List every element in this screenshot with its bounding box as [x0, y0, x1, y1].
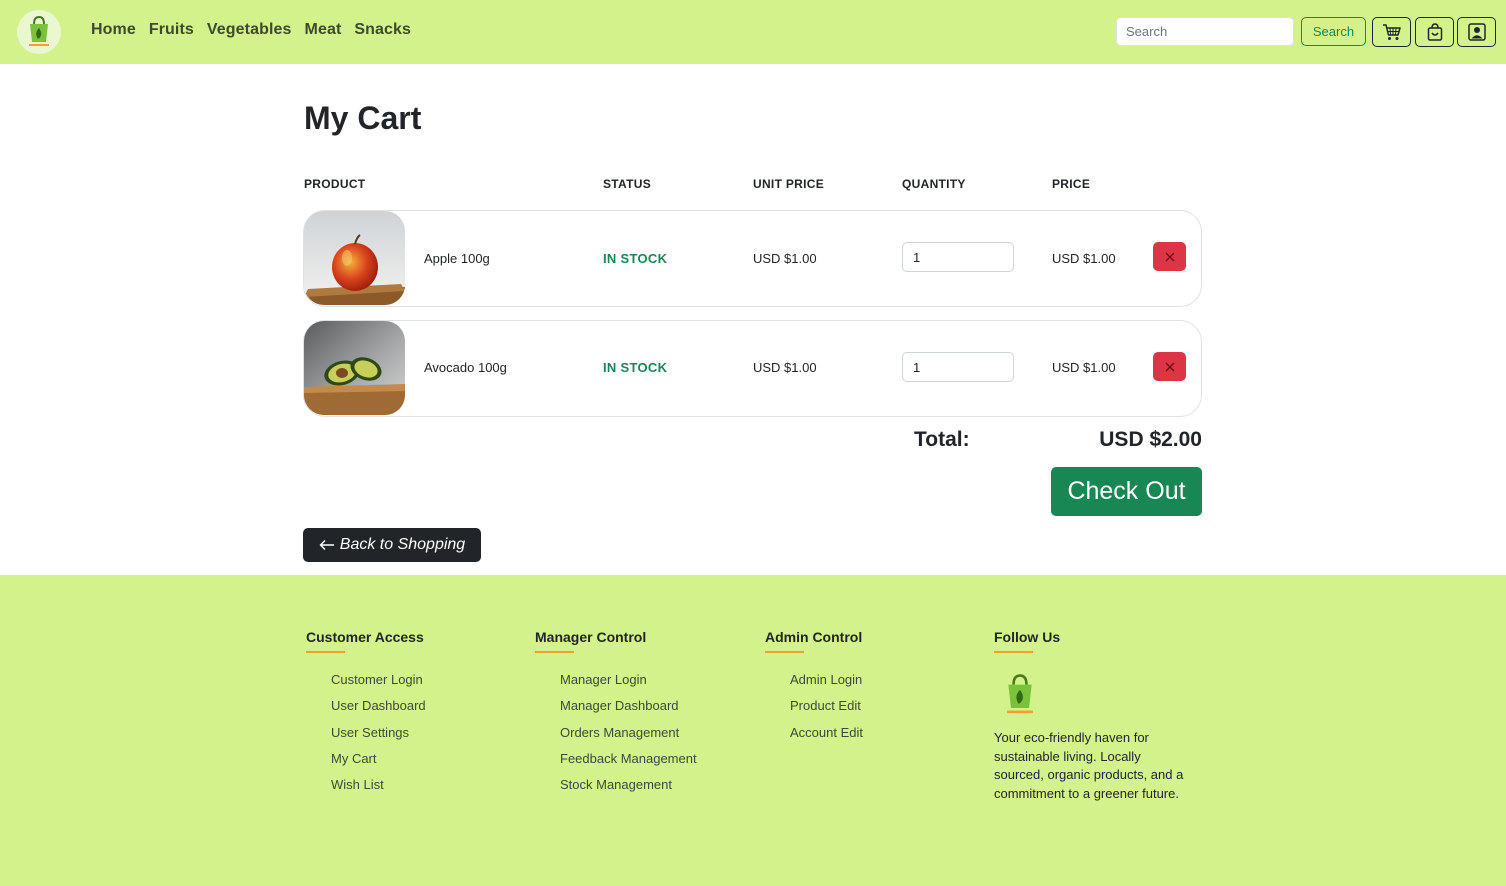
footer-link-stock-management[interactable]: Stock Management	[560, 778, 697, 804]
footer-heading: Admin Control	[765, 629, 863, 645]
column-price: PRICE	[1052, 177, 1091, 191]
close-icon	[1165, 252, 1174, 261]
footer-logo	[994, 673, 1194, 722]
line-price: USD $1.00	[1052, 251, 1116, 266]
nav-vegetables[interactable]: Vegetables	[207, 21, 292, 39]
heading-underline	[535, 651, 574, 653]
remove-item-button[interactable]	[1153, 242, 1186, 271]
footer-link-customer-login[interactable]: Customer Login	[331, 672, 426, 699]
logo[interactable]	[17, 10, 61, 54]
arrow-left-icon	[319, 540, 334, 550]
product-name: Apple 100g	[424, 251, 490, 266]
heading-underline	[306, 651, 345, 653]
quantity-input[interactable]	[902, 242, 1014, 272]
footer-admin-column: Admin Control Admin Login Product Edit A…	[765, 629, 863, 752]
main-nav: Home Fruits Vegetables Meat Snacks	[91, 21, 411, 39]
unit-price: USD $1.00	[753, 251, 817, 266]
navbar: Home Fruits Vegetables Meat Snacks Searc…	[0, 0, 1506, 64]
column-product: PRODUCT	[304, 177, 366, 191]
avocado-image	[304, 321, 405, 415]
quantity-input[interactable]	[902, 352, 1014, 382]
footer-heading: Follow Us	[994, 629, 1061, 645]
cart-button[interactable]	[1372, 17, 1411, 47]
footer-description: Your eco-friendly haven for sustainable …	[994, 730, 1184, 801]
total-label: Total:	[914, 428, 970, 451]
search-button[interactable]: Search	[1301, 17, 1366, 46]
bag-icon	[1427, 23, 1442, 41]
footer-follow-column: Follow Us Your eco-friendly haven for su…	[994, 629, 1194, 803]
nav-snacks[interactable]: Snacks	[354, 21, 411, 39]
footer-link-orders-management[interactable]: Orders Management	[560, 725, 697, 752]
column-unit-price: UNIT PRICE	[753, 177, 825, 191]
account-button[interactable]	[1457, 17, 1496, 47]
search-input[interactable]	[1116, 17, 1294, 46]
status-badge: IN STOCK	[603, 251, 668, 266]
footer-customer-column: Customer Access Customer Login User Dash…	[306, 629, 426, 804]
line-price: USD $1.00	[1052, 360, 1116, 375]
footer-link-manager-dashboard[interactable]: Manager Dashboard	[560, 699, 697, 725]
footer-link-feedback-management[interactable]: Feedback Management	[560, 751, 697, 778]
back-label: Back to Shopping	[339, 536, 466, 553]
footer-link-admin-login[interactable]: Admin Login	[790, 672, 863, 699]
shopping-bag-logo-icon	[29, 15, 49, 46]
column-quantity: QUANTITY	[902, 177, 966, 191]
footer-link-my-cart[interactable]: My Cart	[331, 751, 426, 778]
footer-link-product-edit[interactable]: Product Edit	[790, 699, 863, 725]
bag-button[interactable]	[1415, 17, 1454, 47]
checkout-button[interactable]: Check Out	[1051, 467, 1202, 516]
footer-link-user-dashboard[interactable]: User Dashboard	[331, 699, 426, 725]
close-icon	[1165, 362, 1174, 371]
footer-link-user-settings[interactable]: User Settings	[331, 725, 426, 752]
column-status: STATUS	[603, 177, 652, 191]
heading-underline	[765, 651, 804, 653]
product-name: Avocado 100g	[424, 360, 507, 375]
nav-home[interactable]: Home	[91, 21, 136, 39]
footer-link-manager-login[interactable]: Manager Login	[560, 672, 697, 699]
nav-meat[interactable]: Meat	[305, 21, 342, 39]
page-title: My Cart	[304, 100, 422, 136]
back-to-shopping-button[interactable]: Back to Shopping	[303, 528, 481, 562]
total-value: USD $2.00	[1099, 428, 1202, 451]
cart-row: Avocado 100g IN STOCK USD $1.00 USD $1.0…	[303, 320, 1202, 417]
cart-icon	[1382, 24, 1401, 40]
user-icon	[1467, 23, 1486, 41]
remove-item-button[interactable]	[1153, 352, 1186, 381]
nav-fruits[interactable]: Fruits	[149, 21, 194, 39]
footer-link-wish-list[interactable]: Wish List	[331, 778, 426, 804]
shopping-bag-logo-icon	[1007, 674, 1033, 714]
footer: Customer Access Customer Login User Dash…	[0, 575, 1506, 886]
footer-manager-column: Manager Control Manager Login Manager Da…	[535, 629, 697, 804]
apple-image	[304, 211, 405, 305]
heading-underline	[994, 651, 1033, 653]
unit-price: USD $1.00	[753, 360, 817, 375]
footer-link-account-edit[interactable]: Account Edit	[790, 725, 863, 752]
footer-heading: Customer Access	[306, 629, 424, 645]
footer-heading: Manager Control	[535, 629, 647, 645]
cart-row: Apple 100g IN STOCK USD $1.00 USD $1.00	[303, 210, 1202, 307]
status-badge: IN STOCK	[603, 360, 668, 375]
